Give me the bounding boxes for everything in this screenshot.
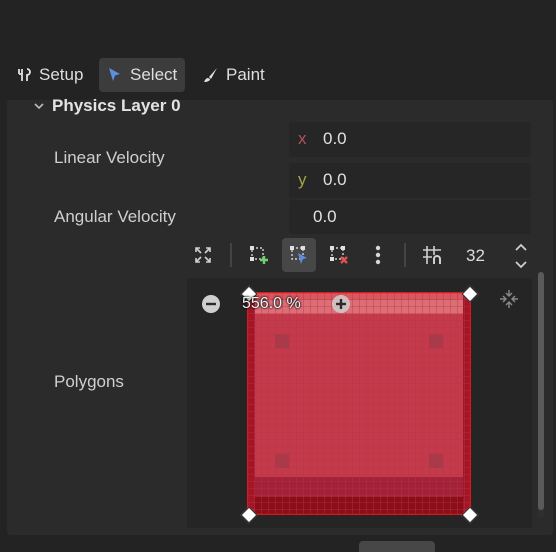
grid-snap-button[interactable] <box>415 238 449 272</box>
delete-points-button[interactable] <box>322 238 356 272</box>
chevron-down-icon <box>34 103 44 110</box>
y-axis-label: y <box>298 170 307 189</box>
angular-velocity-label: Angular Velocity <box>54 207 176 226</box>
grid-snap-value[interactable]: 32 <box>466 246 485 266</box>
zoom-out-icon <box>202 295 220 313</box>
linear-velocity-x-field[interactable]: x 0.0 <box>289 122 531 157</box>
add-points-icon <box>250 246 268 264</box>
setup-mode-button[interactable]: Setup <box>8 58 91 92</box>
x-axis-label: x <box>298 129 307 148</box>
zoom-out-button[interactable] <box>201 294 221 314</box>
delete-points-icon <box>330 246 348 264</box>
wrench-icon <box>18 68 31 81</box>
linear-velocity-label: Linear Velocity <box>54 148 165 167</box>
angular-velocity-field[interactable]: 0.0 <box>289 200 531 234</box>
physics-layer-title: Physics Layer 0 <box>52 96 181 115</box>
select-mode-button[interactable]: Select <box>99 58 186 92</box>
physics-layer-header[interactable]: Physics Layer 0 <box>34 96 181 116</box>
paint-mode-button[interactable]: Paint <box>195 58 273 92</box>
add-points-button[interactable] <box>242 238 276 272</box>
more-options-icon <box>375 245 381 265</box>
center-view-button[interactable] <box>499 289 519 309</box>
toolbar-separator <box>404 243 406 267</box>
toolbar-separator <box>230 243 232 267</box>
edit-points-icon <box>290 246 307 264</box>
zoom-in-button[interactable] <box>331 294 351 314</box>
paint-mode-label: Paint <box>226 65 265 84</box>
expand-editor-button[interactable] <box>186 238 220 272</box>
select-mode-label: Select <box>130 65 178 84</box>
polygons-label: Polygons <box>54 372 124 391</box>
grid-snap-icon <box>423 246 441 264</box>
brush-icon <box>204 68 217 82</box>
tile-polygon-preview[interactable] <box>247 292 471 515</box>
center-view-icon <box>500 290 518 308</box>
setup-mode-label: Setup <box>39 65 84 84</box>
edit-points-button[interactable] <box>282 238 316 272</box>
grid-snap-spinner[interactable] <box>513 241 529 271</box>
angular-velocity-value: 0.0 <box>313 207 337 226</box>
editor-scrollbar-thumb[interactable] <box>538 272 544 510</box>
spinner-arrows-icon <box>515 243 527 269</box>
more-options-button[interactable] <box>361 238 395 272</box>
zoom-in-icon <box>332 295 350 313</box>
cursor-icon <box>109 68 120 81</box>
expand-icon <box>195 247 211 263</box>
linear-velocity-y-value: 0.0 <box>323 170 347 189</box>
linear-velocity-x-value: 0.0 <box>323 129 347 148</box>
panel-bottom-scroll-thumb[interactable] <box>359 541 435 552</box>
zoom-level-label[interactable]: 556.0 % <box>242 295 301 313</box>
linear-velocity-y-field[interactable]: y 0.0 <box>289 163 531 198</box>
